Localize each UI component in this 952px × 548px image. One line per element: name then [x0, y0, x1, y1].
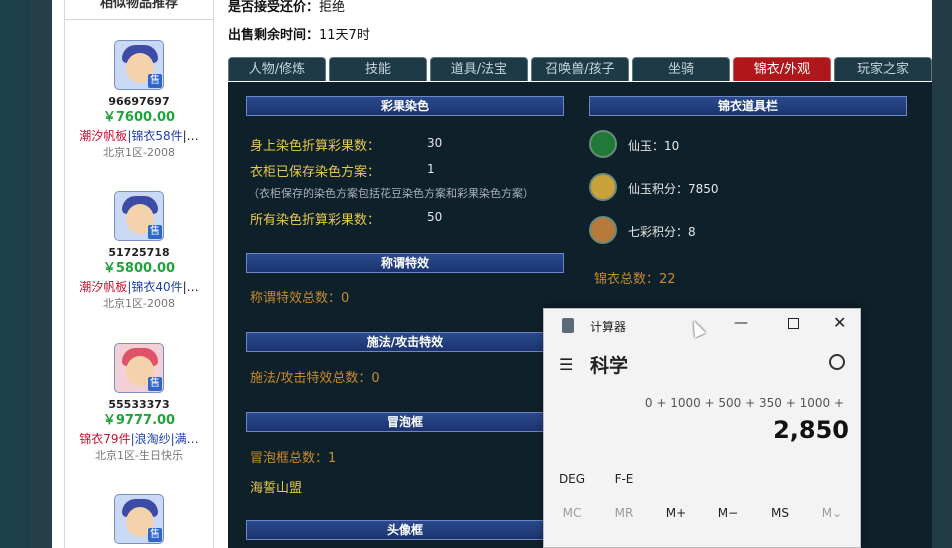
dye-note: （衣柜保存的染色方案包括花豆染色方案和彩果染色方案）	[248, 187, 534, 200]
jade-points: 仙玉积分：7850	[628, 182, 719, 196]
item-tag[interactable]: 潮汐帆板	[79, 129, 127, 143]
rainbow-points: 七彩积分：8	[628, 225, 696, 239]
sell-badge: 售	[148, 528, 162, 542]
item-price: ￥7600.00	[102, 110, 176, 125]
sell-badge: 售	[148, 377, 162, 391]
title-effect-total: 称谓特效总数：0	[250, 291, 350, 306]
left-margin	[0, 0, 30, 548]
bargain-value: 拒绝	[319, 0, 346, 15]
bubble-total: 冒泡框总数：1	[250, 451, 337, 466]
deg-button[interactable]: DEG	[552, 472, 592, 486]
left-margin-inner	[30, 0, 52, 548]
calculator-mode: 科学	[590, 355, 629, 377]
bargain-label: 是否接受还价：	[228, 0, 320, 15]
jinyi-section-title: 锦衣道具栏	[589, 96, 907, 116]
cast-effect-section-title: 施法/攻击特效	[246, 332, 564, 352]
tab-outfits[interactable]: 锦衣/外观	[733, 57, 831, 81]
item-price: ￥5800.00	[102, 261, 176, 276]
dye-row-value: 1	[427, 162, 435, 176]
sell-badge: 售	[148, 74, 162, 88]
close-icon[interactable]: ✕	[833, 313, 846, 332]
item-tag[interactable]: 锦衣40件	[131, 280, 182, 294]
item-tags: 锦衣79件|浪淘纱|满…	[79, 432, 199, 446]
calculator-result: 2,850	[773, 416, 849, 444]
item-tag[interactable]: 锦衣79件	[79, 432, 130, 446]
item-server: 北京1区-2008	[103, 297, 175, 310]
tab-mounts[interactable]: 坐骑	[632, 57, 730, 81]
ms-button[interactable]: MS	[760, 506, 800, 520]
bubble-item[interactable]: 海誓山盟	[250, 477, 302, 496]
tab-character[interactable]: 人物/修炼	[228, 57, 326, 81]
character-avatar[interactable]: 售	[114, 40, 164, 90]
item-server: 北京1区-2008	[103, 146, 175, 159]
similar-items-sidebar: 相似物品推荐 售 96697697 ￥7600.00 潮汐帆板|锦衣58件|… …	[64, 0, 214, 548]
time-left-label: 出售剩余时间：	[228, 28, 320, 43]
jade-points-icon[interactable]	[589, 173, 617, 201]
dye-row-value: 30	[427, 136, 443, 150]
minimize-icon[interactable]: —	[734, 315, 748, 331]
dye-row-label: 身上染色折算彩果数：	[250, 139, 381, 154]
jinyi-total: 锦衣总数：22	[594, 272, 676, 287]
tab-player-home[interactable]: 玩家之家	[834, 57, 932, 81]
item-id[interactable]: 96697697	[65, 95, 213, 109]
bargain-info: 是否接受还价：拒绝	[228, 0, 345, 15]
calculator-app-icon	[562, 318, 574, 333]
cast-effect-total: 施法/攻击特效总数：0	[250, 371, 380, 386]
dye-section-title: 彩果染色	[246, 96, 564, 116]
item-tag[interactable]: 锦衣58件	[131, 129, 182, 143]
m-minus-button[interactable]: M−	[708, 506, 748, 520]
character-avatar[interactable]: 售	[114, 191, 164, 241]
memory-list-button[interactable]: M⌄	[812, 506, 852, 520]
tab-skills[interactable]: 技能	[329, 57, 427, 81]
mc-button[interactable]: MC	[552, 506, 592, 520]
menu-icon[interactable]: ☰	[559, 355, 573, 374]
dye-total-label: 所有染色折算彩果数：	[250, 213, 381, 228]
calculator-window[interactable]: 计算器 — ✕ ☰ 科学 0 + 1000 + 500 + 350 + 1000…	[543, 308, 861, 548]
title-effect-section-title: 称谓特效	[246, 253, 564, 273]
item-id[interactable]: 55533373	[65, 398, 213, 412]
m-plus-button[interactable]: M+	[656, 506, 696, 520]
tab-items[interactable]: 道具/法宝	[430, 57, 528, 81]
sidebar-title: 相似物品推荐	[65, 0, 213, 20]
item-tag[interactable]: 潮汐帆板	[79, 280, 127, 294]
time-left-info: 出售剩余时间：11天7时	[228, 24, 370, 43]
item-tag-more: |满…	[170, 432, 199, 446]
item-tag-more: |…	[182, 129, 199, 143]
similar-item[interactable]: 售 51725718 ￥5800.00 潮汐帆板|锦衣40件|… 北京1区-20…	[65, 191, 213, 312]
item-tags: 潮汐帆板|锦衣40件|…	[79, 280, 199, 294]
calculator-expression: 0 + 1000 + 500 + 350 + 1000 +	[644, 396, 844, 410]
similar-item[interactable]: 售 55533373 ￥9777.00 锦衣79件|浪淘纱|满… 北京1区-生日…	[65, 343, 213, 464]
maximize-icon[interactable]	[788, 318, 799, 329]
character-avatar[interactable]: 售	[114, 494, 164, 544]
dye-row-label: 衣柜已保存染色方案：	[250, 165, 381, 180]
bubble-section-title: 冒泡框	[246, 412, 564, 432]
item-tags: 潮汐帆板|锦衣58件|…	[79, 129, 199, 143]
item-server: 北京1区-生日快乐	[95, 449, 183, 462]
history-icon[interactable]	[829, 354, 845, 370]
mr-button[interactable]: MR	[604, 506, 644, 520]
item-tag[interactable]: 浪淘纱	[135, 432, 171, 446]
similar-item[interactable]: 售 96697697 ￥7600.00 潮汐帆板|锦衣58件|… 北京1区-20…	[65, 40, 213, 161]
character-avatar[interactable]: 售	[114, 343, 164, 393]
calculator-title: 计算器	[590, 320, 627, 334]
fe-button[interactable]: F-E	[604, 472, 644, 486]
similar-item[interactable]: 售	[65, 494, 213, 544]
item-id[interactable]: 51725718	[65, 246, 213, 260]
avatar-frame-section-title: 头像框	[246, 520, 564, 540]
rainbow-points-icon[interactable]	[589, 216, 617, 244]
tab-summons[interactable]: 召唤兽/孩子	[531, 57, 629, 81]
dye-total-value: 50	[427, 210, 443, 224]
time-left-value: 11天7时	[319, 28, 370, 43]
right-margin	[932, 0, 952, 548]
jade-count: 仙玉：10	[628, 139, 680, 153]
item-tag-more: |…	[182, 280, 199, 294]
jade-icon[interactable]	[589, 130, 617, 158]
sell-badge: 售	[148, 225, 162, 239]
item-price: ￥9777.00	[102, 413, 176, 428]
